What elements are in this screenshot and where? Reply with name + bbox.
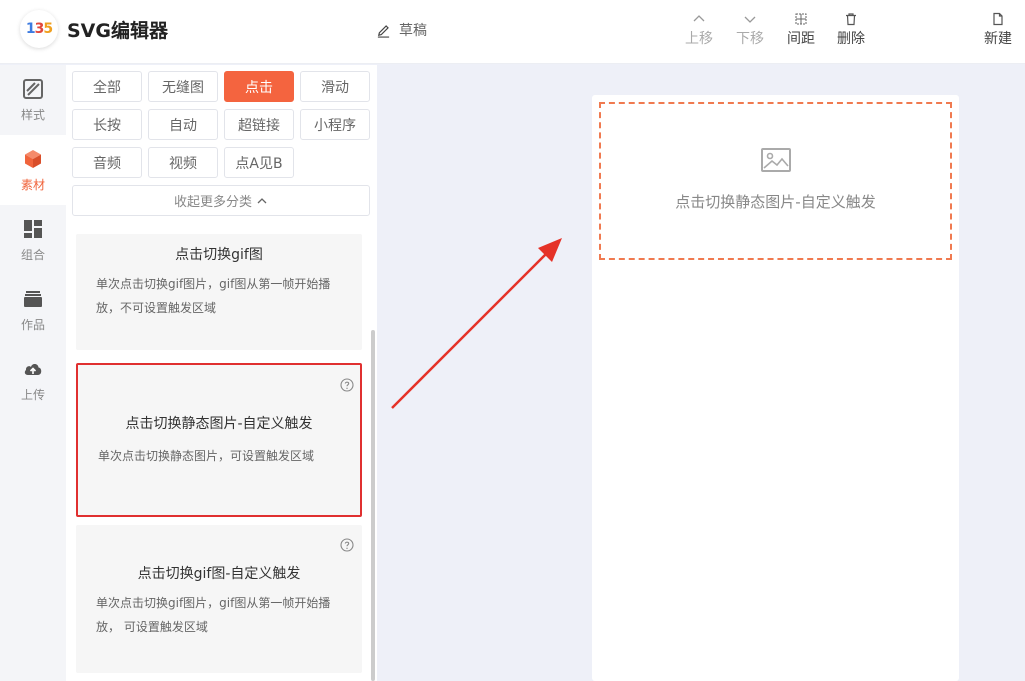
- new-button[interactable]: 新建: [984, 12, 1012, 48]
- nav-label: 组合: [20, 247, 45, 262]
- category-audio[interactable]: 音频: [72, 147, 142, 178]
- placeholder-text: 点击切换静态图片-自定义触发: [675, 192, 876, 211]
- category-seamless[interactable]: 无缝图: [148, 71, 218, 102]
- spacing-icon: [795, 13, 807, 25]
- nav-item-upload[interactable]: 上传: [0, 345, 66, 415]
- grid-icon: [24, 219, 42, 238]
- nav-label: 样式: [20, 107, 45, 122]
- top-header: 135 SVG编辑器 草稿 上移 下移 间距 删除 新建: [0, 0, 1025, 64]
- folder-icon: [24, 290, 42, 307]
- card-title: 点击切换静态图片-自定义触发: [125, 416, 313, 432]
- spacing-label: 间距: [787, 31, 815, 47]
- category-video[interactable]: 视频: [148, 147, 218, 178]
- card-description: 单次点击切换gif图片，gif图从第一帧开始播放，不可设置触发区域: [96, 277, 331, 315]
- logo-digit: 5: [43, 21, 53, 37]
- logo-digit: 1: [25, 21, 36, 37]
- category-all[interactable]: 全部: [72, 71, 142, 102]
- category-click[interactable]: 点击: [224, 71, 294, 102]
- help-icon[interactable]: [340, 538, 354, 552]
- cube-icon: [25, 149, 41, 168]
- spacing-button[interactable]: 间距: [787, 12, 815, 48]
- new-file-icon: [993, 12, 1003, 26]
- category-click-a-see-b[interactable]: 点A见B: [224, 147, 294, 178]
- nav-item-style[interactable]: 样式: [0, 65, 66, 135]
- chevron-down-icon: [744, 16, 756, 23]
- chevron-up-icon: [257, 197, 267, 203]
- cloud-upload-icon: [24, 363, 42, 375]
- component-list: 点击切换gif图 单次点击切换gif图片，gif图从第一帧开始播放，不可设置触发…: [66, 230, 377, 681]
- nav-item-works[interactable]: 作品: [0, 275, 66, 345]
- nav-label: 上传: [20, 387, 45, 402]
- card-title: 点击切换gif图-自定义触发: [137, 566, 301, 582]
- chevron-up-icon: [693, 15, 705, 22]
- help-icon[interactable]: [340, 378, 354, 392]
- nav-label: 素材: [20, 177, 45, 192]
- nav-label: 作品: [20, 317, 45, 332]
- nav-item-combine[interactable]: 组合: [0, 205, 66, 275]
- trash-icon: [846, 13, 856, 26]
- scrollbar[interactable]: [371, 330, 375, 681]
- nav-item-materials[interactable]: 素材: [0, 135, 66, 205]
- move-up-label: 上移: [685, 31, 713, 47]
- annotation-arrow: [391, 238, 562, 409]
- category-mini-program[interactable]: 小程序: [300, 109, 370, 140]
- category-auto[interactable]: 自动: [148, 109, 218, 140]
- component-card-selected[interactable]: 点击切换静态图片-自定义触发 单次点击切换静态图片，可设置触发区域: [76, 363, 362, 517]
- canvas-component-placeholder[interactable]: 点击切换静态图片-自定义触发: [599, 102, 952, 260]
- left-nav: 样式 素材 组合 作品 上传: [0, 65, 66, 681]
- card-description: 单次点击切换gif图片，gif图从第一帧开始播放， 可设置触发区域: [96, 596, 331, 634]
- logo-digit: 3: [34, 21, 45, 37]
- delete-label: 删除: [837, 31, 865, 47]
- collapse-label: 收起更多分类: [173, 195, 252, 210]
- category-panel: 全部 无缝图 点击 滑动 长按 自动 超链接 小程序 音频 视频 点A见B 收起…: [66, 65, 377, 230]
- category-hyperlink[interactable]: 超链接: [224, 109, 294, 140]
- new-label: 新建: [984, 31, 1012, 47]
- move-down-button[interactable]: 下移: [736, 12, 764, 48]
- style-icon: [23, 78, 43, 99]
- draft-label: 草稿: [399, 23, 427, 39]
- draft-button[interactable]: 草稿: [376, 20, 427, 40]
- component-card[interactable]: 点击切换gif图 单次点击切换gif图片，gif图从第一帧开始播放，不可设置触发…: [76, 234, 362, 350]
- pencil-icon: [377, 24, 390, 38]
- component-card[interactable]: 点击切换gif图-自定义触发 单次点击切换gif图片，gif图从第一帧开始播放，…: [76, 525, 362, 673]
- image-placeholder-icon: [760, 147, 791, 172]
- move-down-label: 下移: [736, 31, 764, 47]
- card-title: 点击切换gif图: [175, 247, 263, 263]
- delete-button[interactable]: 删除: [837, 12, 865, 48]
- card-description: 单次点击切换静态图片，可设置触发区域: [98, 449, 315, 463]
- collapse-categories-button[interactable]: 收起更多分类: [72, 185, 370, 216]
- category-long-press[interactable]: 长按: [72, 109, 142, 140]
- app-title: SVG编辑器: [67, 20, 168, 42]
- move-up-button[interactable]: 上移: [685, 12, 713, 48]
- category-slide[interactable]: 滑动: [300, 71, 370, 102]
- app-logo[interactable]: 135: [20, 10, 58, 48]
